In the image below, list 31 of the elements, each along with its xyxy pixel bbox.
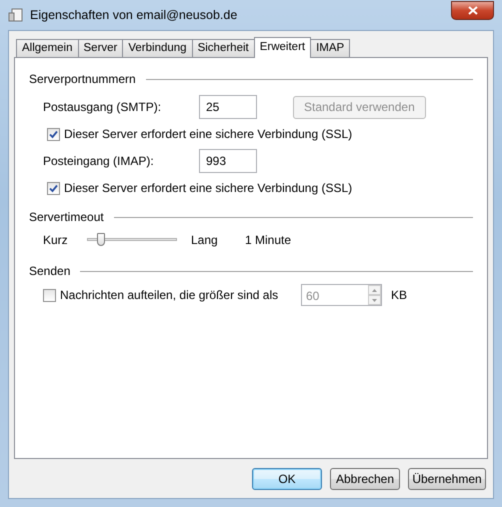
- tab[interactable]: Server: [78, 39, 124, 57]
- slider-max-label: Lang: [191, 232, 219, 249]
- close-button[interactable]: [451, 0, 494, 20]
- tab[interactable]: IMAP: [310, 39, 350, 57]
- dialog-button[interactable]: Übernehmen: [408, 468, 486, 490]
- field-label: Postausgang (SMTP):: [43, 99, 162, 116]
- close-icon[interactable]: [468, 6, 478, 14]
- window-title: Eigenschaften von email@neusob.de: [30, 6, 238, 24]
- checkbox[interactable]: [43, 288, 56, 302]
- window-icon: [8, 7, 24, 23]
- field-label: Posteingang (IMAP):: [43, 153, 155, 170]
- slider-thumb[interactable]: [96, 233, 105, 246]
- group-heading: Senden: [29, 263, 70, 280]
- tab[interactable]: Erweitert: [254, 37, 312, 58]
- slider-min-label: Kurz: [43, 232, 69, 249]
- tab[interactable]: Verbindung: [122, 39, 193, 57]
- group-heading: Servertimeout: [29, 209, 104, 226]
- port-field[interactable]: 25: [199, 95, 257, 119]
- unit-label: KB: [391, 287, 408, 304]
- timeout-reading: 1 Minute: [245, 232, 292, 249]
- dialog-button[interactable]: OK: [252, 468, 322, 490]
- checkbox[interactable]: [47, 182, 60, 194]
- tab[interactable]: Allgemein: [16, 39, 78, 57]
- dialog-button[interactable]: Abbrechen: [330, 468, 400, 490]
- checkbox-label: Dieser Server erfordert eine sichere Verbindung (SSL): [64, 180, 352, 197]
- checkbox-label: Nachrichten aufteilen, die größer sind als: [60, 287, 278, 304]
- tab[interactable]: Sicherheit: [192, 39, 255, 57]
- checkbox-label: Dieser Server erfordert eine sichere Verbindung (SSL): [64, 126, 352, 143]
- port-field[interactable]: 993: [199, 149, 257, 173]
- checkbox[interactable]: [47, 128, 60, 140]
- group-heading: Serverportnummern: [29, 71, 136, 88]
